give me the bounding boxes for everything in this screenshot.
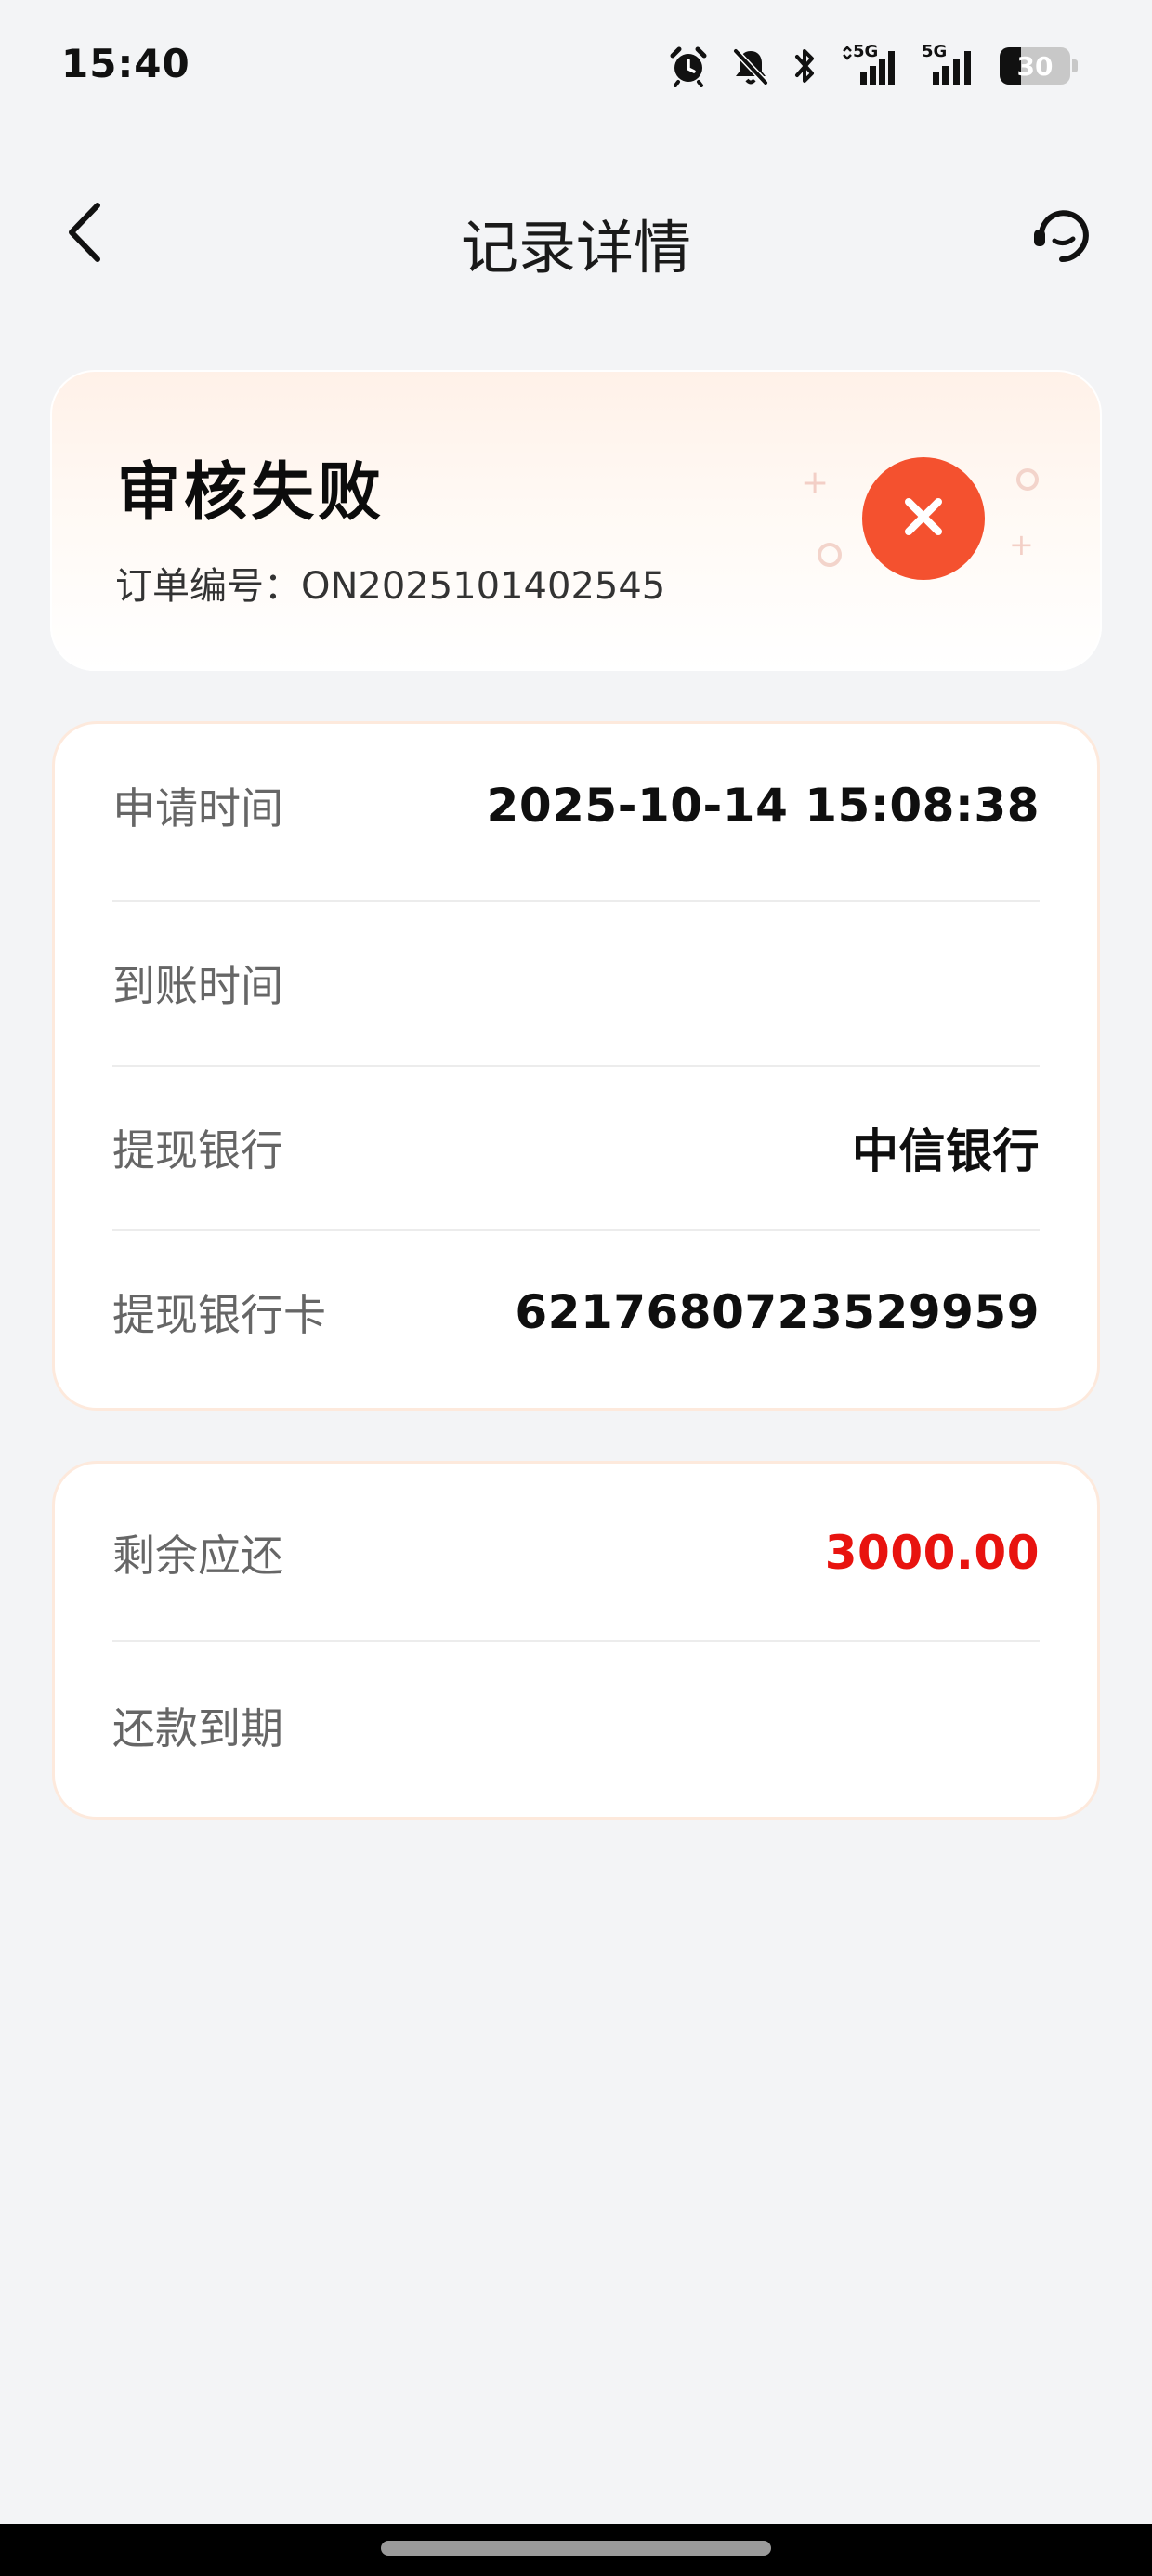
detail-row-bank-card: 提现银行卡 6217680723529959 <box>112 1230 1040 1394</box>
status-time: 15:40 <box>61 41 190 86</box>
withdrawal-details-card: 申请时间 2025-10-14 15:08:38 到账时间 提现银行 中信银行 … <box>52 721 1100 1411</box>
nav-header: 记录详情 <box>0 177 1152 288</box>
detail-value: 6217680723529959 <box>515 1285 1040 1339</box>
detail-label: 申请时间 <box>112 783 283 834</box>
customer-service-icon <box>1027 196 1101 274</box>
signal-icon: 5G <box>920 42 979 86</box>
repayment-card: 剩余应还 3000.00 还款到期 <box>52 1461 1100 1820</box>
divider <box>112 1640 1040 1642</box>
detail-label: 提现银行卡 <box>112 1290 326 1340</box>
battery-percent: 30 <box>1016 50 1054 82</box>
order-number-label: 订单编号： <box>115 565 301 608</box>
battery-icon: 30 <box>1000 47 1078 85</box>
detail-row-bank: 提现银行 中信银行 <box>112 1066 1040 1229</box>
bell-off-icon <box>730 46 771 86</box>
ring-decoration <box>818 543 842 567</box>
detail-label: 到账时间 <box>112 961 283 1011</box>
alarm-icon <box>667 45 710 87</box>
page-title: 记录详情 <box>460 214 691 282</box>
detail-label: 提现银行 <box>112 1125 283 1176</box>
ring-decoration <box>1016 468 1039 491</box>
detail-row-apply-time: 申请时间 2025-10-14 15:08:38 <box>112 724 1040 887</box>
detail-value: 2025-10-14 15:08:38 <box>486 779 1040 833</box>
customer-service-button[interactable] <box>1022 193 1106 277</box>
system-navigation-bar <box>0 2524 1152 2576</box>
sparkle-decoration: + <box>1009 527 1034 562</box>
signal-icon: 5G <box>840 42 899 86</box>
repayment-label: 还款到期 <box>112 1703 283 1754</box>
bluetooth-icon <box>792 46 819 86</box>
review-status-card: 审核失败 订单编号：ON2025101402545 + + <box>50 370 1102 671</box>
sparkle-decoration: + <box>801 464 830 502</box>
remaining-amount: 3000.00 <box>824 1526 1040 1580</box>
repayment-row-due-date: 还款到期 <box>112 1644 1040 1807</box>
status-bar: 15:40 5G 5G 30 <box>0 0 1152 130</box>
repayment-label: 剩余应还 <box>112 1531 283 1581</box>
detail-row-arrival-time: 到账时间 <box>112 901 1040 1065</box>
review-status-title: 审核失败 <box>117 456 386 530</box>
home-indicator[interactable] <box>381 2541 771 2556</box>
order-number-value: ON2025101402545 <box>301 565 666 608</box>
detail-value: 中信银行 <box>852 1124 1040 1178</box>
failure-badge <box>862 457 985 580</box>
repayment-row-remaining: 剩余应还 3000.00 <box>112 1471 1040 1635</box>
status-icons: 5G 5G 30 <box>667 42 1078 87</box>
order-number-line: 订单编号：ON2025101402545 <box>115 556 665 610</box>
close-icon <box>897 491 949 546</box>
